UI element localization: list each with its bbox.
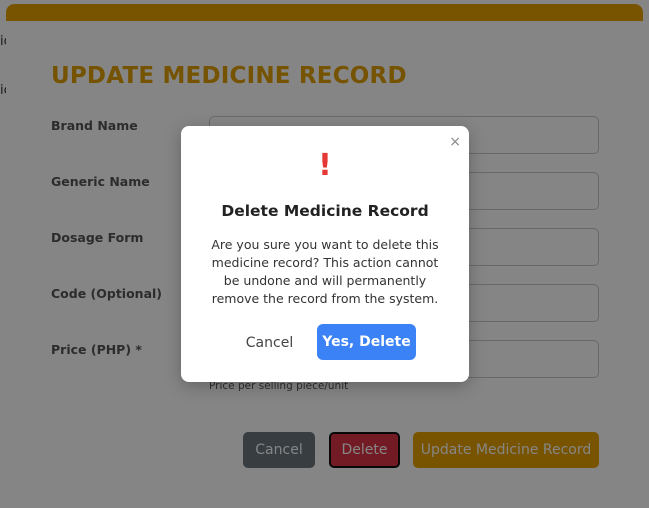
exclamation-icon: ! [318, 148, 332, 183]
dialog-message: Are you sure you want to delete this med… [211, 237, 439, 306]
confirm-delete-button[interactable]: Yes, Delete [317, 324, 416, 360]
dialog-cancel-button[interactable]: Cancel [237, 329, 302, 357]
delete-confirmation-dialog: × ! Delete Medicine Record Are you sure … [181, 126, 469, 382]
dialog-title: Delete Medicine Record [221, 202, 429, 220]
